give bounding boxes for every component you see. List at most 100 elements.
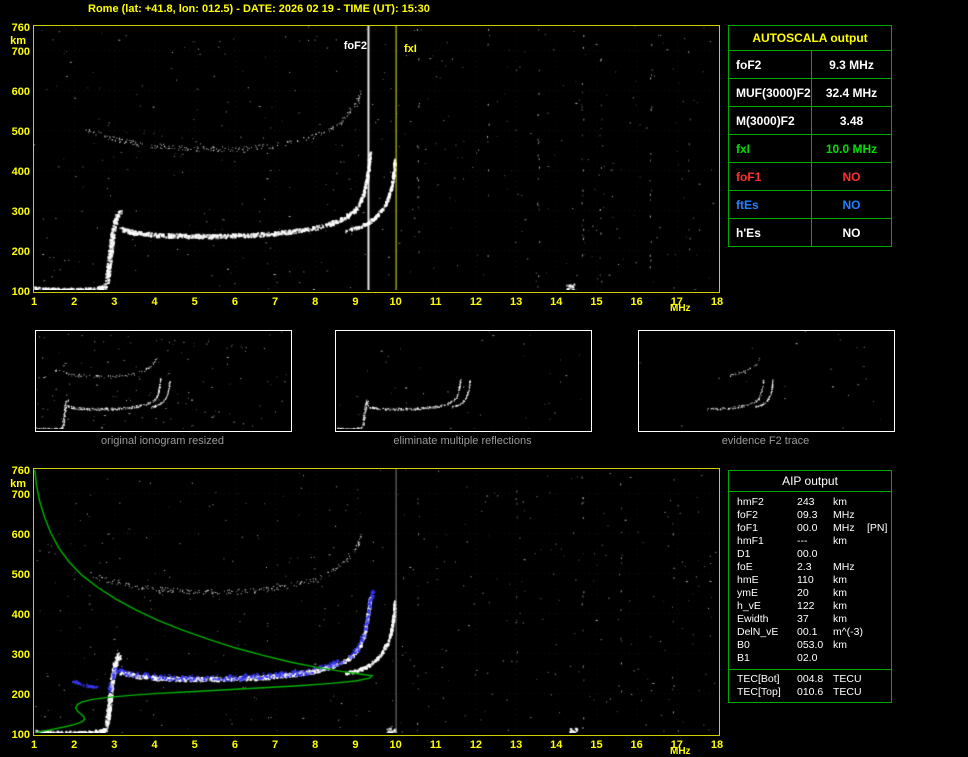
aip-row: D1 00.0 [729, 548, 891, 561]
y-tick-label: 400 [11, 166, 30, 178]
aip-value: 00.1 [797, 626, 818, 638]
x-tick-label: 18 [710, 296, 724, 308]
aip-note [867, 652, 891, 665]
autoscala-value: NO [842, 169, 861, 184]
autoscala-table-header: AUTOSCALA output [729, 26, 891, 51]
autoscala-table-rows: foF2 9.3 MHz MUF(3000)F2 32.4 MHz M(3000)F2 3… [729, 51, 891, 246]
aip-note [867, 548, 891, 561]
x-tick-label: 12 [469, 296, 483, 308]
aip-param: B0 [737, 639, 750, 651]
aip-value: 243 [797, 496, 815, 508]
fxi-marker-label: fxI [404, 43, 417, 55]
top-ionogram-canvas [34, 26, 717, 290]
aip-row: B1 02.0 [729, 652, 891, 665]
aip-note [867, 509, 891, 522]
aip-unit [833, 652, 867, 665]
aip-value: 053.0 [797, 639, 824, 651]
y-tick-label: 200 [11, 689, 30, 701]
x-axis-unit-label: MHz [670, 746, 691, 757]
x-tick-label: 7 [271, 296, 279, 308]
aip-note [867, 496, 891, 509]
aip-note [867, 600, 891, 613]
aip-row: TEC[Bot] 004.8 TECU [729, 673, 891, 686]
aip-value: 004.8 [797, 673, 824, 685]
x-tick-label: 4 [151, 739, 158, 751]
aip-param: foF1 [737, 522, 759, 534]
aip-value: 00.0 [797, 522, 818, 534]
y-tick-label: 500 [11, 126, 30, 138]
thumbnail-original-canvas [36, 331, 289, 429]
aip-unit: MHz [833, 522, 855, 534]
autoscala-param: M(3000)F2 [729, 107, 812, 134]
x-tick-label: 1 [30, 739, 38, 751]
x-tick-label: 18 [710, 739, 724, 751]
aip-unit: MHz [833, 561, 855, 573]
aip-value: 20 [797, 587, 809, 599]
aip-value: --- [797, 535, 808, 547]
y-tick-label: 500 [11, 569, 30, 581]
aip-param: hmF2 [737, 496, 764, 508]
x-tick-label: 15 [590, 739, 603, 751]
x-tick-label: 12 [469, 739, 483, 751]
aip-unit: m^(-3) [833, 626, 864, 638]
thumbnail-no-multiple-reflections [335, 330, 592, 432]
aip-param: h_vE [737, 600, 761, 612]
aip-value: 010.6 [797, 686, 824, 698]
autoscala-row: foF2 9.3 MHz [729, 51, 891, 79]
aip-note [867, 587, 891, 600]
aip-value: 2.3 [797, 561, 812, 573]
aip-unit: km [833, 496, 847, 508]
x-tick-label: 10 [389, 739, 402, 751]
y-tick-label: 760 [11, 465, 30, 477]
aip-row: DelN_vE 00.1 m^(-3) [729, 626, 891, 639]
x-tick-label: 1 [30, 296, 38, 308]
autoscala-param: h'Es [729, 219, 812, 246]
x-tick-label: 5 [191, 296, 198, 308]
aip-note [867, 673, 891, 686]
x-tick-label: 13 [509, 739, 523, 751]
aip-table-rows: hmF2 243 km foF2 09.3 MHz foF1 00.0 MHz [PN] hmF1 -… [729, 492, 891, 667]
x-tick-label: 8 [312, 739, 319, 751]
autoscala-row: M(3000)F2 3.48 [729, 107, 891, 135]
autoscala-value: NO [842, 225, 861, 240]
x-tick-label: 3 [111, 739, 118, 751]
x-tick-label: 9 [352, 296, 359, 308]
autoscala-value: NO [842, 197, 861, 212]
aip-param: foF2 [737, 509, 759, 521]
aip-param: DelN_vE [737, 626, 779, 638]
thumbnail-caption-original: original ionogram resized [101, 435, 224, 447]
x-tick-label: 16 [630, 739, 643, 751]
x-tick-label: 10 [389, 296, 402, 308]
aip-unit: km [833, 639, 847, 651]
autoscala-param: ftEs [729, 191, 812, 218]
autoscala-param: foF1 [729, 163, 812, 190]
autoscala-row: foF1 NO [729, 163, 891, 191]
bottom-ionogram-canvas [34, 469, 717, 733]
aip-row: Ewidth 37 km [729, 613, 891, 626]
aip-row: foF1 00.0 MHz [PN] [729, 522, 891, 535]
x-tick-label: 3 [111, 296, 118, 308]
y-tick-label: 700 [11, 489, 30, 501]
top-ionogram-plot: foF2 fxI [33, 25, 720, 293]
autoscala-param: fxI [729, 135, 812, 162]
autoscala-value: 10.0 MHz [825, 141, 878, 156]
aip-value: 110 [797, 574, 814, 586]
aip-unit: km [833, 574, 847, 586]
x-tick-label: 15 [590, 296, 603, 308]
aip-param: Ewidth [737, 613, 769, 625]
autoscala-param: foF2 [729, 51, 812, 78]
aip-unit: TECU [833, 673, 862, 685]
y-tick-label: 300 [11, 649, 30, 661]
aip-unit: km [833, 600, 847, 612]
thumbnail-f2-trace-evidence [638, 330, 895, 432]
thumbnail-caption-f2-trace: evidence F2 trace [721, 435, 810, 447]
autoscala-row: MUF(3000)F2 32.4 MHz [729, 79, 891, 107]
aip-row: ymE 20 km [729, 587, 891, 600]
y-tick-label: 400 [11, 609, 30, 621]
autoscala-row: fxI 10.0 MHz [729, 135, 891, 163]
aip-row: h_vE 122 km [729, 600, 891, 613]
aip-row: TEC[Top] 010.6 TECU [729, 686, 891, 699]
y-tick-label: 200 [11, 246, 30, 258]
x-tick-label: 2 [71, 296, 78, 308]
aip-row: hmF1 --- km [729, 535, 891, 548]
